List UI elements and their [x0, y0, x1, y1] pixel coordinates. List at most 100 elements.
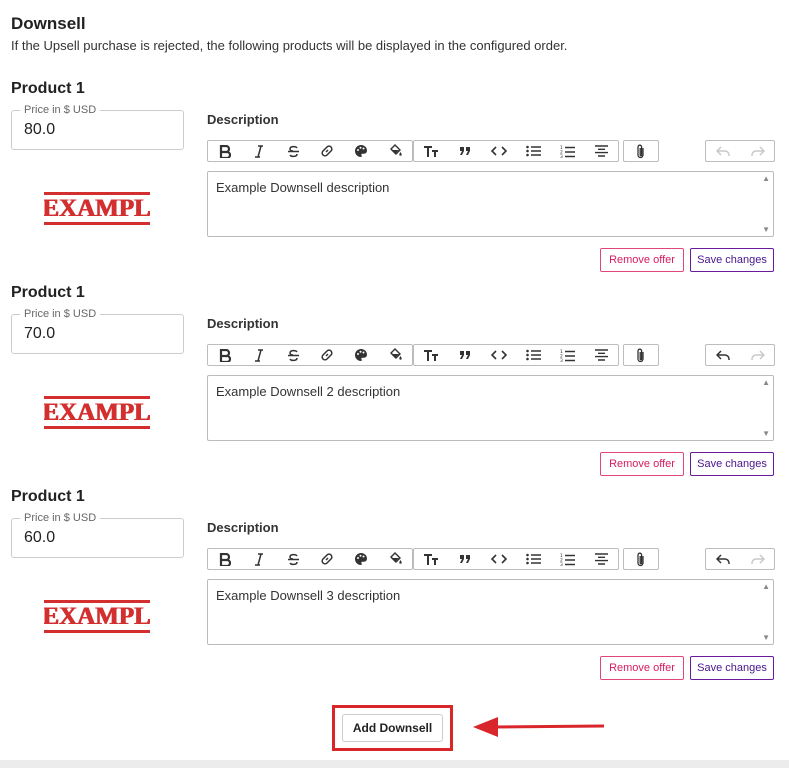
svg-text:3: 3: [560, 154, 563, 158]
fill-color-icon[interactable]: [378, 345, 412, 365]
attachment-icon[interactable]: [624, 345, 658, 365]
price-value[interactable]: 60.0: [24, 529, 55, 547]
toolbar-group: [623, 140, 659, 162]
description-label: Description: [207, 316, 279, 331]
palette-icon[interactable]: [344, 345, 378, 365]
image-stamp-text: EXAMPLE: [44, 195, 150, 222]
image-stamp-text: EXAMPLE: [44, 603, 150, 630]
remove-offer-button[interactable]: Remove offer: [600, 248, 684, 272]
palette-icon[interactable]: [344, 141, 378, 161]
add-downsell-button[interactable]: Add Downsell: [342, 714, 443, 742]
price-value[interactable]: 80.0: [24, 121, 55, 139]
bulleted-list-icon[interactable]: [516, 549, 550, 569]
fill-color-icon[interactable]: [378, 549, 412, 569]
text-size-icon[interactable]: [414, 141, 448, 161]
scroll-down-icon[interactable]: ▼: [762, 225, 770, 234]
description-editor[interactable]: Example Downsell 3 description ▲ ▼: [207, 579, 774, 645]
price-input[interactable]: Price in $ USD 80.0: [11, 103, 184, 150]
toolbar-group: 123: [413, 548, 619, 570]
link-icon[interactable]: [310, 549, 344, 569]
toolbar-group: [207, 344, 413, 366]
footer-bar: [0, 760, 789, 768]
bold-icon[interactable]: [208, 141, 242, 161]
code-icon[interactable]: [482, 345, 516, 365]
attachment-icon[interactable]: [624, 549, 658, 569]
text-size-icon[interactable]: [414, 345, 448, 365]
product-title: Product 1: [11, 488, 85, 505]
price-input[interactable]: Price in $ USD 60.0: [11, 511, 184, 558]
description-editor[interactable]: Example Downsell description ▲ ▼: [207, 171, 774, 237]
align-icon[interactable]: [584, 141, 618, 161]
toolbar-group: 123: [413, 344, 619, 366]
quote-icon[interactable]: [448, 141, 482, 161]
toolbar-group: [207, 548, 413, 570]
italic-icon[interactable]: [242, 345, 276, 365]
product-title: Product 1: [11, 284, 85, 301]
code-icon[interactable]: [482, 141, 516, 161]
strikethrough-icon[interactable]: [276, 345, 310, 365]
price-label: Price in $ USD: [20, 103, 101, 117]
redo-icon[interactable]: [740, 141, 774, 161]
svg-text:3: 3: [560, 562, 563, 566]
svg-text:3: 3: [560, 358, 563, 362]
quote-icon[interactable]: [448, 345, 482, 365]
code-icon[interactable]: [482, 549, 516, 569]
section-description: If the Upsell purchase is rejected, the …: [11, 38, 568, 53]
undo-icon[interactable]: [706, 549, 740, 569]
arrow-icon: [473, 717, 605, 737]
scroll-down-icon[interactable]: ▼: [762, 633, 770, 642]
bulleted-list-icon[interactable]: [516, 141, 550, 161]
description-text[interactable]: Example Downsell description: [216, 180, 389, 195]
section-title: Downsell: [11, 14, 86, 33]
product-title: Product 1: [11, 80, 85, 97]
link-icon[interactable]: [310, 345, 344, 365]
description-label: Description: [207, 112, 279, 127]
bold-icon[interactable]: [208, 549, 242, 569]
toolbar-group: [623, 548, 659, 570]
toolbar-group: [207, 140, 413, 162]
redo-icon[interactable]: [740, 345, 774, 365]
undo-icon[interactable]: [706, 141, 740, 161]
scroll-up-icon[interactable]: ▲: [762, 174, 770, 183]
quote-icon[interactable]: [448, 549, 482, 569]
link-icon[interactable]: [310, 141, 344, 161]
price-input[interactable]: Price in $ USD 70.0: [11, 307, 184, 354]
remove-offer-button[interactable]: Remove offer: [600, 656, 684, 680]
scroll-up-icon[interactable]: ▲: [762, 582, 770, 591]
description-editor[interactable]: Example Downsell 2 description ▲ ▼: [207, 375, 774, 441]
numbered-list-icon[interactable]: 123: [550, 549, 584, 569]
price-label: Price in $ USD: [20, 307, 101, 321]
strikethrough-icon[interactable]: [276, 141, 310, 161]
save-changes-button[interactable]: Save changes: [690, 656, 774, 680]
product-card: Product 1 Price in $ USD 70.0 EXAMPLE Descri…: [0, 284, 789, 488]
bold-icon[interactable]: [208, 345, 242, 365]
redo-icon[interactable]: [740, 549, 774, 569]
align-icon[interactable]: [584, 549, 618, 569]
italic-icon[interactable]: [242, 141, 276, 161]
save-changes-button[interactable]: Save changes: [690, 248, 774, 272]
palette-icon[interactable]: [344, 549, 378, 569]
scroll-down-icon[interactable]: ▼: [762, 429, 770, 438]
toolbar-group-history: [705, 548, 775, 570]
attachment-icon[interactable]: [624, 141, 658, 161]
description-text[interactable]: Example Downsell 3 description: [216, 588, 400, 603]
numbered-list-icon[interactable]: 123: [550, 345, 584, 365]
save-changes-button[interactable]: Save changes: [690, 452, 774, 476]
numbered-list-icon[interactable]: 123: [550, 141, 584, 161]
description-text[interactable]: Example Downsell 2 description: [216, 384, 400, 399]
text-size-icon[interactable]: [414, 549, 448, 569]
align-icon[interactable]: [584, 345, 618, 365]
toolbar-group-history: [705, 140, 775, 162]
highlight-box: Add Downsell: [332, 705, 453, 751]
undo-icon[interactable]: [706, 345, 740, 365]
price-value[interactable]: 70.0: [24, 325, 55, 343]
strikethrough-icon[interactable]: [276, 549, 310, 569]
product-image: EXAMPLE: [44, 192, 150, 225]
bulleted-list-icon[interactable]: [516, 345, 550, 365]
scroll-up-icon[interactable]: ▲: [762, 378, 770, 387]
toolbar-group: [623, 344, 659, 366]
remove-offer-button[interactable]: Remove offer: [600, 452, 684, 476]
fill-color-icon[interactable]: [378, 141, 412, 161]
product-card: Product 1 Price in $ USD 80.0 EXAMPLE Descri…: [0, 80, 789, 284]
italic-icon[interactable]: [242, 549, 276, 569]
